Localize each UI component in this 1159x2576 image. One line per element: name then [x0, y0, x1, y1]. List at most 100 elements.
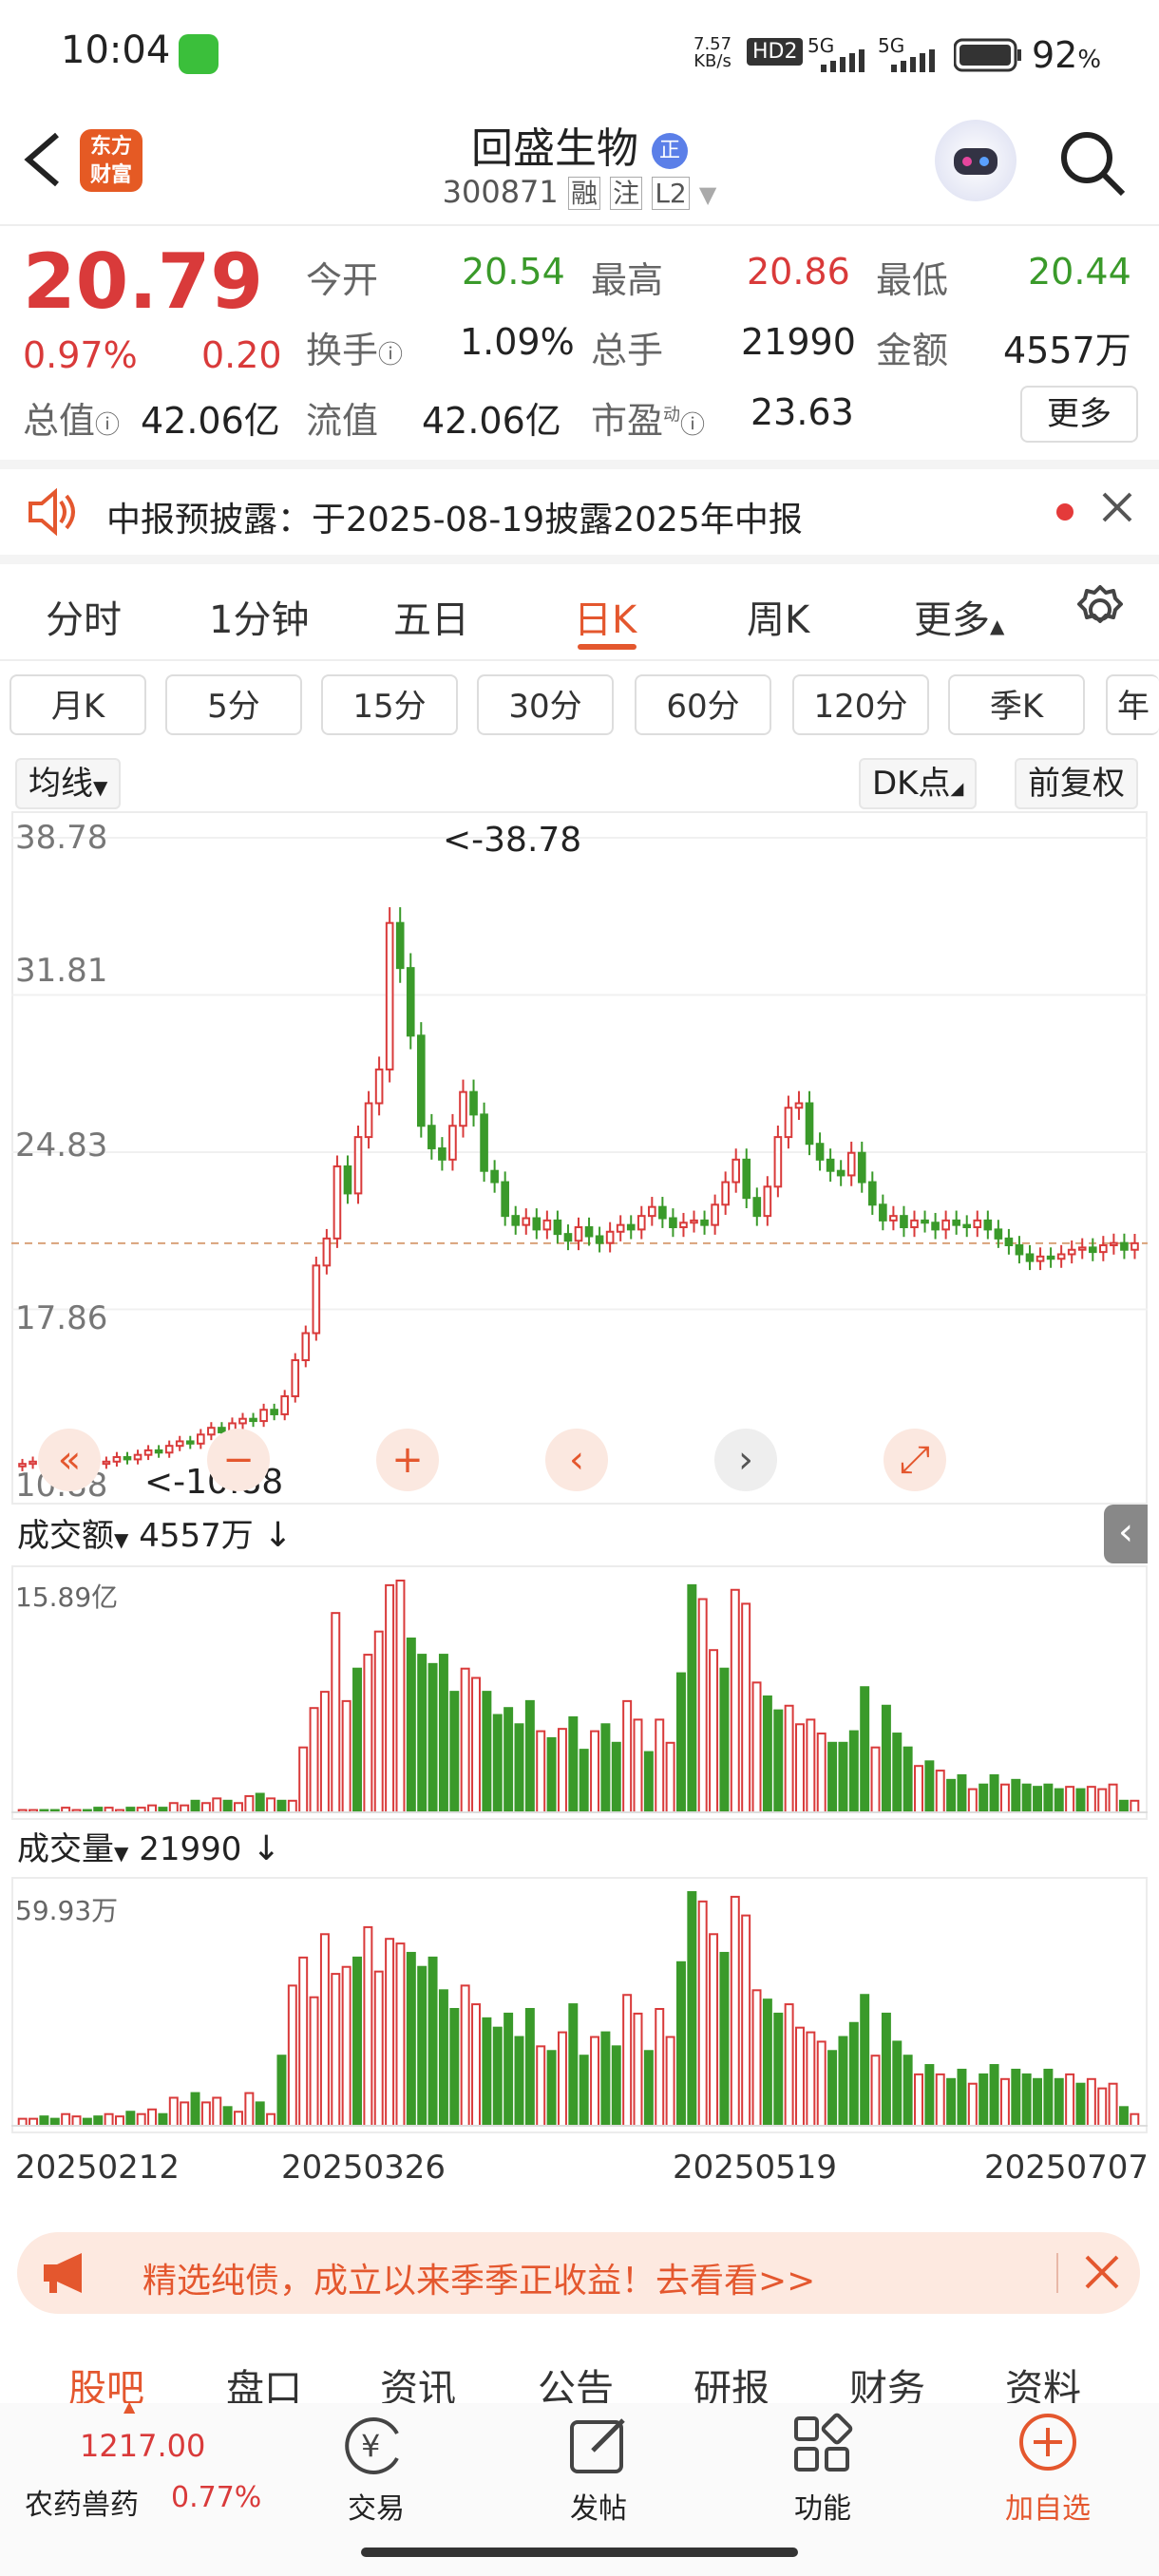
amount-current: 4557万 [139, 1517, 254, 1555]
volume-bar [1043, 2068, 1054, 2128]
volume-bar [1086, 1786, 1096, 1814]
tab-more[interactable]: 更多▲ [914, 589, 1004, 644]
candle-body [784, 1107, 793, 1139]
volume-bar [190, 1799, 200, 1814]
post-label[interactable]: 发帖 [570, 2485, 627, 2527]
sector-name[interactable]: 农药兽药 [25, 2481, 139, 2523]
volume-bar [751, 1989, 762, 2127]
close-icon[interactable] [1083, 2253, 1121, 2295]
volume-bar [816, 1733, 826, 1813]
period-season-k[interactable]: 季K [948, 674, 1085, 735]
volume-bar [590, 2036, 600, 2128]
volume-bar [741, 1602, 751, 1814]
volume-bar [1108, 1783, 1118, 1814]
volume-bar [719, 1667, 730, 1813]
volume-bar [406, 1638, 416, 1813]
volume-bar [136, 2112, 146, 2127]
tag-registered: 注 [610, 177, 643, 210]
volume-bar [352, 1667, 362, 1813]
scroll-left-fast-icon[interactable]: « [38, 1429, 101, 1491]
compose-post-icon[interactable] [566, 2413, 633, 2483]
volume-bar [806, 1718, 816, 1813]
close-icon[interactable] [1098, 488, 1136, 530]
volume-bar [125, 2111, 136, 2128]
functions-label[interactable]: 功能 [794, 2485, 851, 2527]
zoom-in-icon[interactable]: + [376, 1429, 439, 1491]
ma-selector[interactable]: 均线▼ [15, 758, 122, 809]
candle-body [532, 1217, 542, 1231]
search-icon[interactable] [1056, 127, 1129, 203]
robot-assistant-icon[interactable] [935, 120, 1016, 201]
tab-1min[interactable]: 1分钟 [209, 589, 309, 644]
settings-gear-icon[interactable] [1074, 583, 1127, 640]
dropdown-icon: ▼ [698, 181, 717, 208]
volume-bar [633, 1718, 643, 1813]
adjust-selector[interactable]: 前复权 [1015, 758, 1138, 809]
y-tick: 31.81 [15, 952, 108, 990]
candle-body [1099, 1243, 1108, 1254]
sector-value[interactable]: 1217.00 [80, 2428, 205, 2464]
period-60min[interactable]: 60分 [635, 674, 771, 735]
volume-bar [39, 2115, 49, 2128]
volume-bar [298, 1746, 309, 1813]
unread-dot [1056, 503, 1074, 521]
candle-body [973, 1219, 982, 1229]
functions-grid-icon[interactable] [790, 2413, 857, 2483]
collapse-panel-icon[interactable]: ‹ [1104, 1505, 1148, 1563]
tab-5day[interactable]: 五日 [393, 589, 469, 644]
volume-bar [622, 1994, 633, 2127]
scroll-right-icon[interactable]: › [714, 1429, 777, 1491]
period-15min[interactable]: 15分 [321, 674, 458, 735]
period-year-k[interactable]: 年 [1106, 674, 1159, 735]
candle-body [102, 1460, 111, 1466]
candle-body [983, 1219, 993, 1231]
trade-label[interactable]: 交易 [348, 2485, 405, 2527]
tab-weekly-k[interactable]: 周K [747, 589, 809, 644]
zoom-out-icon[interactable]: − [207, 1429, 270, 1491]
candle-body [889, 1215, 898, 1222]
tab-daily-k[interactable]: 日K [574, 589, 636, 644]
candle-body [952, 1219, 960, 1226]
open-label: 今开 [306, 259, 379, 301]
volume-bar [1054, 1788, 1064, 1814]
active-tab-indicator [578, 644, 636, 650]
volume-max-label: 59.93万 [15, 1895, 119, 1926]
kline-chart[interactable] [11, 811, 1148, 1505]
volume-bar [784, 1704, 794, 1813]
volume-bar [363, 1925, 373, 2128]
notice-banner[interactable]: 中报预披露：于2025-08-19披露2025年中报 [0, 469, 1159, 555]
volume-label: 总手 [591, 330, 664, 371]
signal-icon [880, 49, 937, 72]
volume-bar [504, 2012, 514, 2127]
candle-body [846, 1151, 856, 1177]
candle-body [648, 1205, 656, 1218]
volume-bar [773, 1709, 784, 1813]
candle-body [511, 1215, 521, 1226]
volume-indicator-selector[interactable]: 成交量▼ 21990 ↓ [11, 1826, 287, 1873]
low-label: 最低 [876, 259, 949, 301]
candle-body [941, 1219, 950, 1231]
volume-bar [665, 1741, 675, 1813]
add-watchlist-label[interactable]: 加自选 [1005, 2485, 1091, 2527]
more-quote-button[interactable]: 更多 [1020, 386, 1138, 443]
volume-bar [870, 1746, 881, 1813]
tab-intraday[interactable]: 分时 [46, 589, 122, 644]
volume-bar [1118, 1799, 1129, 1814]
scroll-left-icon[interactable]: ‹ [545, 1429, 608, 1491]
candle-body [312, 1264, 321, 1335]
fullscreen-icon[interactable]: ⤢ [884, 1429, 946, 1491]
volume-bar [514, 1723, 524, 1813]
period-5min[interactable]: 5分 [165, 674, 302, 735]
period-month-k[interactable]: 月K [10, 674, 146, 735]
dk-point-selector[interactable]: DK点◢ [859, 758, 978, 809]
volume-bar [147, 1804, 158, 1813]
amount-indicator-selector[interactable]: 成交额▼ 4557万 ↓ [11, 1512, 298, 1560]
promo-banner[interactable]: 精选纯债，成立以来季季正收益！去看看>> [17, 2232, 1140, 2314]
home-indicator[interactable] [361, 2548, 798, 2557]
period-120min[interactable]: 120分 [792, 674, 929, 735]
candle-body [815, 1143, 825, 1161]
add-watchlist-icon[interactable] [1015, 2409, 1081, 2479]
period-30min[interactable]: 30分 [477, 674, 614, 735]
trade-icon[interactable]: ¥ [340, 2413, 407, 2483]
candle-body [857, 1151, 866, 1184]
